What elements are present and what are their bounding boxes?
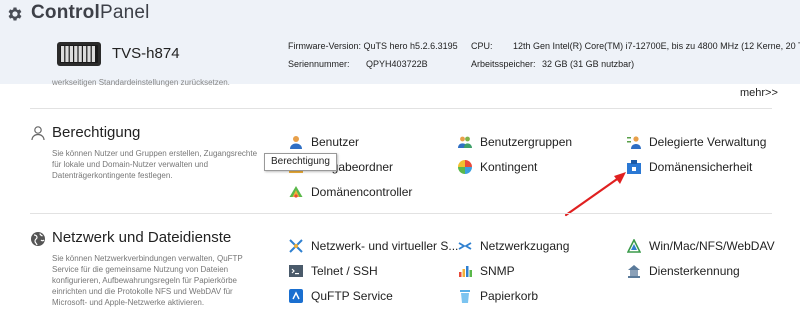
section-description-netzwerk: Sie können Netzwerkverbindungen verwalte… <box>52 254 243 307</box>
ram-label: Arbeitsspeicher: <box>471 59 536 69</box>
section-title-netzwerk: Netzwerk und Dateidienste <box>52 229 232 246</box>
item-label: Domänensicherheit <box>649 160 753 174</box>
firmware-label: Firmware-Version: <box>288 41 362 51</box>
item-win-mac-nfs-webdav[interactable]: Win/Mac/NFS/WebDAV <box>627 237 775 255</box>
cpu-info: CPU: 12th Gen Intel(R) Core(TM) i7-12700… <box>471 41 800 51</box>
win-mac-nfs-icon <box>627 239 641 253</box>
item-kontingent[interactable]: Kontingent <box>458 158 537 176</box>
ram-value: 32 GB (31 GB nutzbar) <box>542 59 635 69</box>
section-description-berechtigung: Sie können Nutzer und Gruppen erstellen,… <box>52 149 258 180</box>
network-switch-icon <box>289 239 303 253</box>
item-label: Win/Mac/NFS/WebDAV <box>649 239 775 253</box>
network-access-icon <box>458 242 472 250</box>
tooltip-berechtigung: Berechtigung <box>264 153 337 171</box>
item-label: Benutzer <box>311 135 360 149</box>
recycle-bin-icon <box>460 290 470 303</box>
item-label: QuFTP Service <box>311 289 393 303</box>
item-telnet-ssh[interactable]: Telnet / SSH <box>289 262 378 280</box>
user-outline-icon <box>31 126 45 141</box>
quota-icon <box>458 160 472 174</box>
user-icon <box>290 136 302 149</box>
domain-controller-icon <box>289 186 303 198</box>
firmware-value: QuTS hero h5.2.6.3195 <box>363 41 458 51</box>
item-label: Kontingent <box>480 160 538 174</box>
item-netzwerk-virtueller-switch[interactable]: Netzwerk- und virtueller S... <box>289 237 458 255</box>
firmware-info: Firmware-Version: QuTS hero h5.2.6.3195 <box>288 41 458 51</box>
item-netzwerkzugang[interactable]: Netzwerkzugang <box>458 237 569 255</box>
item-label: Netzwerkzugang <box>480 239 570 253</box>
item-label: Papierkorb <box>480 289 539 303</box>
cpu-label: CPU: <box>471 41 493 51</box>
item-label: Delegierte Verwaltung <box>649 135 767 149</box>
item-label: Benutzergruppen <box>480 135 573 149</box>
delegated-admin-icon <box>627 136 641 149</box>
snmp-icon <box>459 266 472 277</box>
section-divider <box>30 213 772 214</box>
ram-info: Arbeitsspeicher: 32 GB (31 GB nutzbar) <box>471 59 634 69</box>
service-discovery-icon <box>628 265 640 278</box>
item-label: Domänencontroller <box>311 185 413 199</box>
device-name: TVS-h874 <box>112 45 180 62</box>
item-papierkorb[interactable]: Papierkorb <box>458 287 538 305</box>
item-label: Diensterkennung <box>649 264 740 278</box>
section-divider <box>30 108 772 109</box>
item-delegierte-verwaltung[interactable]: Delegierte Verwaltung <box>627 133 766 151</box>
item-label: Telnet / SSH <box>311 264 378 278</box>
item-domaenencontroller[interactable]: Domänencontroller <box>289 183 412 201</box>
cpu-value: 12th Gen Intel(R) Core(TM) i7-12700E, bi… <box>513 41 800 51</box>
item-quftp-service[interactable]: QuFTP Service <box>289 287 393 305</box>
serial-label: Seriennummer: <box>288 59 350 69</box>
nas-device-icon <box>57 42 101 66</box>
user-group-icon <box>458 136 472 148</box>
more-link[interactable]: mehr>> <box>740 87 778 99</box>
gear-icon <box>8 7 22 21</box>
item-benutzergruppen[interactable]: Benutzergruppen <box>458 133 572 151</box>
quftp-icon <box>289 289 303 303</box>
app-title: ControlPanel <box>31 2 150 23</box>
item-domaenensicherheit[interactable]: Domänensicherheit <box>627 158 752 176</box>
serial-value: QPYH403722B <box>366 59 428 69</box>
previous-section-description: werkseitigen Standardeinstellungen zurüc… <box>52 78 230 87</box>
globe-icon <box>31 232 45 246</box>
item-diensterkennung[interactable]: Diensterkennung <box>627 262 740 280</box>
item-label: Netzwerk- und virtueller S... <box>311 239 459 253</box>
section-title-berechtigung: Berechtigung <box>52 124 141 141</box>
item-benutzer[interactable]: Benutzer <box>289 133 359 151</box>
item-snmp[interactable]: SNMP <box>458 262 515 280</box>
item-label: SNMP <box>480 264 515 278</box>
terminal-icon <box>289 265 303 277</box>
serial-info: Seriennummer: QPYH403722B <box>288 59 428 69</box>
